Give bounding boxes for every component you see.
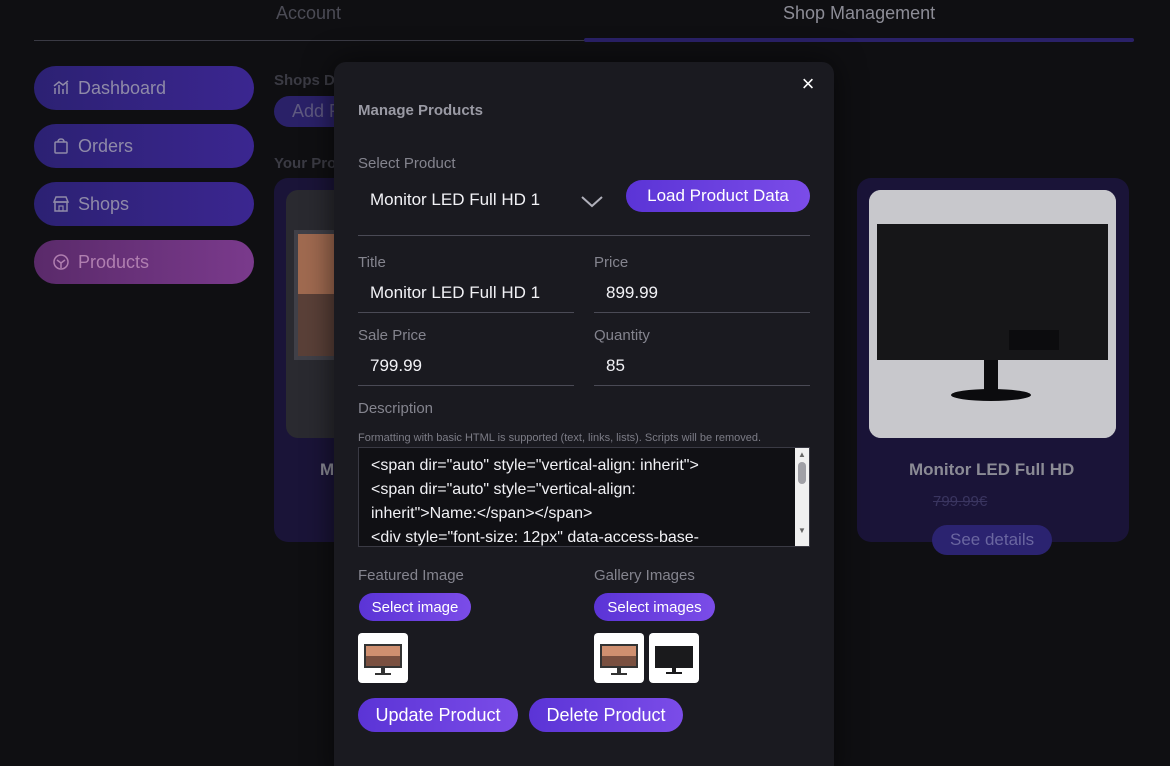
- title-label: Title: [358, 254, 386, 271]
- delete-product-button[interactable]: Delete Product: [529, 698, 683, 732]
- product-card-image: [869, 190, 1116, 438]
- sidebar-item-label: Dashboard: [78, 77, 167, 98]
- description-line: <span dir="auto" style="vertical-align: …: [371, 457, 699, 474]
- sale-price-label: Sale Price: [358, 327, 427, 344]
- quantity-input[interactable]: 85: [594, 346, 810, 386]
- manage-products-modal: × Manage Products Select Product Monitor…: [334, 62, 834, 766]
- title-input[interactable]: Monitor LED Full HD 1: [358, 273, 574, 313]
- price-label: Price: [594, 254, 629, 271]
- sidebar-item-label: Shops: [78, 193, 130, 214]
- select-images-button[interactable]: Select images: [594, 593, 715, 621]
- featured-image-thumbnail[interactable]: [358, 633, 408, 683]
- product-card-right[interactable]: Monitor LED Full HD 799.99€ See details: [857, 178, 1129, 555]
- chart-icon: [52, 79, 70, 97]
- scroll-down-icon[interactable]: ▼: [797, 526, 807, 536]
- top-tabs: Account Shop Management: [34, 0, 1134, 42]
- sidebar-item-products[interactable]: Products: [34, 240, 254, 284]
- sidebar-item-label: Products: [78, 251, 150, 272]
- close-icon[interactable]: ×: [796, 71, 820, 96]
- store-icon: [52, 195, 70, 213]
- update-product-button[interactable]: Update Product: [358, 698, 518, 732]
- quantity-label: Quantity: [594, 327, 650, 344]
- price-input[interactable]: 899.99: [594, 273, 810, 313]
- sidebar-item-orders[interactable]: Orders: [34, 124, 254, 168]
- sidebar-item-shops[interactable]: Shops: [34, 182, 254, 226]
- description-label: Description: [358, 400, 434, 417]
- scrollbar-thumb[interactable]: [798, 462, 806, 484]
- see-details-button[interactable]: See details: [932, 525, 1053, 555]
- active-tab-indicator: [584, 38, 1134, 42]
- description-hint: Formatting with basic HTML is supported …: [358, 432, 762, 444]
- load-product-data-button[interactable]: Load Product Data: [626, 180, 810, 212]
- description-textarea[interactable]: <span dir="auto" style="vertical-align: …: [358, 447, 810, 547]
- select-product-label: Select Product: [358, 155, 456, 172]
- featured-image-label: Featured Image: [358, 567, 464, 584]
- shops-heading: Shops D: [274, 72, 335, 89]
- your-products-heading: Your Pro: [274, 155, 337, 172]
- scroll-up-icon[interactable]: ▲: [797, 450, 807, 460]
- modal-title: Manage Products: [358, 102, 484, 119]
- sidebar-item-dashboard[interactable]: Dashboard: [34, 66, 254, 110]
- gallery-image-thumbnail[interactable]: [594, 633, 644, 683]
- tab-account[interactable]: Account: [276, 3, 341, 24]
- gallery-images-label: Gallery Images: [594, 567, 695, 584]
- textarea-scrollbar[interactable]: ▲ ▼: [795, 448, 809, 546]
- select-image-button[interactable]: Select image: [359, 593, 471, 621]
- product-card-title: Monitor LED Full HD: [909, 460, 1075, 479]
- product-icon: [52, 253, 70, 271]
- sidebar-item-label: Orders: [78, 135, 134, 156]
- product-card-title: M: [320, 460, 335, 479]
- chevron-down-icon: [580, 192, 604, 210]
- gallery-image-thumbnail[interactable]: [649, 633, 699, 683]
- description-line: <div style="font-size: 12px" data-access…: [371, 529, 699, 546]
- sale-price-input[interactable]: 799.99: [358, 346, 574, 386]
- description-line: inherit">Name:</span></span>: [371, 505, 593, 522]
- product-card-price: 799.99€: [933, 493, 988, 510]
- description-line: <span dir="auto" style="vertical-align:: [371, 481, 636, 498]
- selected-product-value: Monitor LED Full HD 1: [370, 190, 541, 209]
- tab-shop-management[interactable]: Shop Management: [783, 3, 935, 24]
- bag-icon: [52, 137, 70, 155]
